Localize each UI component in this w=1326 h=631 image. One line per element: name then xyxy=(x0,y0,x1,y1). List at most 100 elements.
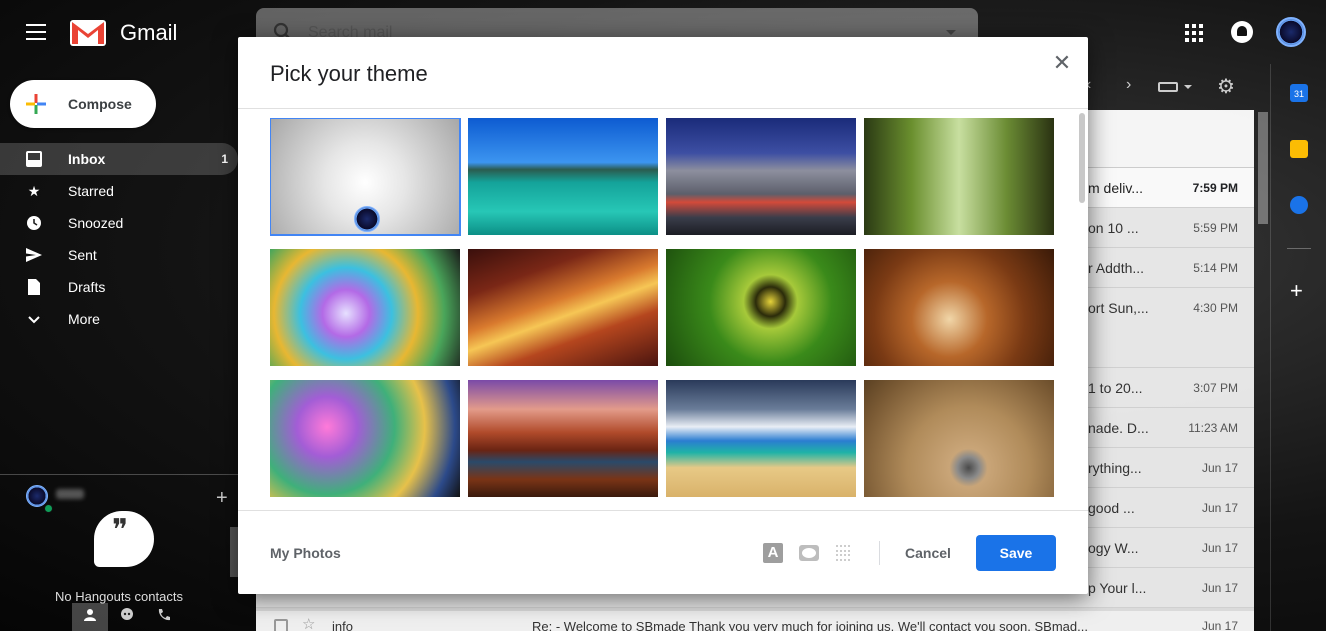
sidebar-item-label: Inbox xyxy=(68,151,106,167)
inbox-icon xyxy=(26,151,42,167)
footer-divider xyxy=(879,541,880,565)
theme-thumbnail-canyon-river[interactable] xyxy=(468,380,658,497)
sidebar-item-drafts[interactable]: Drafts xyxy=(0,271,238,303)
sidebar-item-more[interactable]: More xyxy=(0,303,238,335)
clock-icon xyxy=(26,215,42,231)
tasks-icon[interactable] xyxy=(1290,196,1308,214)
theme-grid xyxy=(270,118,1070,498)
hangouts-avatar[interactable] xyxy=(26,485,48,507)
email-time: 5:14 PM xyxy=(1193,261,1238,275)
theme-thumbnail-leaves[interactable] xyxy=(864,249,1054,366)
email-snippet: p Your l... xyxy=(1088,580,1147,596)
search-options-icon[interactable] xyxy=(946,30,956,35)
send-icon xyxy=(26,247,42,263)
email-snippet: m deliv... xyxy=(1088,180,1143,196)
email-time: Jun 17 xyxy=(1201,461,1238,475)
dialog-title: Pick your theme xyxy=(270,61,428,86)
sidebar-item-starred[interactable]: ★ Starred xyxy=(0,175,238,207)
sidebar-item-inbox[interactable]: Inbox 1 xyxy=(0,143,238,175)
settings-gear-icon[interactable]: ⚙ xyxy=(1217,74,1235,99)
compose-button[interactable]: Compose xyxy=(10,80,156,128)
keep-icon[interactable] xyxy=(1290,140,1308,158)
contacts-tab-icon[interactable] xyxy=(72,603,108,631)
email-sender: info xyxy=(332,619,353,631)
hangouts-scrollbar[interactable] xyxy=(230,527,238,577)
text-background-icon[interactable]: A xyxy=(763,543,783,563)
email-time: Jun 17 xyxy=(1201,541,1238,555)
account-avatar[interactable] xyxy=(1276,17,1306,47)
app-name: Gmail xyxy=(120,20,178,45)
email-snippet: good ... xyxy=(1088,500,1135,516)
cancel-button[interactable]: Cancel xyxy=(890,535,966,571)
star-icon: ★ xyxy=(27,183,41,199)
rail-divider xyxy=(1287,248,1311,249)
sidebar-item-sent[interactable]: Sent xyxy=(0,239,238,271)
select-checkbox[interactable] xyxy=(274,619,288,631)
email-time: Jun 17 xyxy=(1201,581,1238,595)
notifications-icon[interactable] xyxy=(1231,21,1253,43)
email-time: Jun 17 xyxy=(1201,619,1238,631)
email-time: 5:59 PM xyxy=(1193,221,1238,235)
email-list-scrollbar[interactable] xyxy=(1258,112,1268,224)
save-button[interactable]: Save xyxy=(976,535,1056,571)
draft-icon xyxy=(26,279,42,295)
calendar-icon[interactable]: 31 xyxy=(1290,84,1308,102)
online-status-icon xyxy=(44,504,53,513)
chevron-down-icon xyxy=(26,311,42,327)
email-snippet: Re: - Welcome to SBmade Thank you very m… xyxy=(532,619,1088,631)
email-time: Jun 17 xyxy=(1201,501,1238,515)
unread-count: 1 xyxy=(221,152,228,166)
sidebar-item-label: Sent xyxy=(68,247,97,263)
get-addons-icon[interactable]: + xyxy=(1290,278,1303,304)
gmail-logo-icon[interactable] xyxy=(70,18,106,46)
older-page-icon[interactable]: › xyxy=(1126,76,1131,94)
theme-thumbnail-custom-gray[interactable] xyxy=(270,118,461,236)
scrollbar-thumb[interactable] xyxy=(1079,113,1085,203)
side-panel-rail: 31 + xyxy=(1270,64,1326,631)
main-menu-icon[interactable] xyxy=(26,24,46,40)
email-snippet: r Addth... xyxy=(1088,260,1145,276)
hangouts-empty-text: No Hangouts contacts xyxy=(55,589,183,604)
profile-logo-icon xyxy=(354,206,380,232)
divider xyxy=(238,108,1088,109)
list-toolbar: ‹ › ⚙ xyxy=(1086,76,1256,100)
divider xyxy=(238,510,1088,511)
theme-thumbnail-caterpillar[interactable] xyxy=(666,249,856,366)
new-conversation-icon[interactable]: + xyxy=(216,487,228,510)
theme-thumbnail-water-droplet[interactable] xyxy=(270,249,460,366)
email-snippet: rything... xyxy=(1088,460,1142,476)
sidebar-item-label: Snoozed xyxy=(68,215,124,231)
conversations-tab-icon[interactable] xyxy=(109,603,145,631)
theme-thumbnail-canyon[interactable] xyxy=(468,249,658,366)
hangouts-icon xyxy=(94,511,154,567)
input-tools-dropdown-icon[interactable] xyxy=(1184,85,1192,89)
email-time: 11:23 AM xyxy=(1188,421,1238,435)
email-time: 3:07 PM xyxy=(1193,381,1238,395)
sidebar-item-snoozed[interactable]: Snoozed xyxy=(0,207,238,239)
hangouts-user-name[interactable] xyxy=(56,489,84,499)
email-time: 4:30 PM xyxy=(1193,301,1238,315)
star-icon[interactable]: ☆ xyxy=(302,615,315,631)
keyboard-icon[interactable] xyxy=(1158,82,1178,92)
vignette-icon[interactable] xyxy=(799,545,819,561)
theme-thumbnail-lake[interactable] xyxy=(468,118,658,235)
email-row[interactable]: ☆ info Re: - Welcome to SBmade Thank you… xyxy=(256,611,1254,631)
compose-label: Compose xyxy=(68,96,132,112)
sidebar-item-label: Drafts xyxy=(68,279,106,295)
close-icon[interactable]: ✕ xyxy=(1050,51,1074,75)
google-apps-icon[interactable] xyxy=(1185,24,1203,42)
sidebar-item-label: Starred xyxy=(68,183,114,199)
email-snippet: 1 to 20... xyxy=(1088,380,1143,396)
theme-thumbnail-beach[interactable] xyxy=(666,380,856,497)
theme-thumbnail-city[interactable] xyxy=(666,118,856,235)
email-time: 7:59 PM xyxy=(1192,181,1238,195)
my-photos-link[interactable]: My Photos xyxy=(270,545,341,561)
theme-thumbnail-desert-rock[interactable] xyxy=(864,380,1054,497)
theme-thumbnail-forest[interactable] xyxy=(864,118,1054,235)
email-snippet: ort Sun,... xyxy=(1088,300,1149,316)
plus-icon xyxy=(26,94,46,114)
phone-tab-icon[interactable] xyxy=(146,603,182,631)
theme-thumbnail-bokeh[interactable] xyxy=(270,380,460,497)
sidebar-item-label: More xyxy=(68,311,100,327)
blur-icon[interactable] xyxy=(836,545,852,561)
